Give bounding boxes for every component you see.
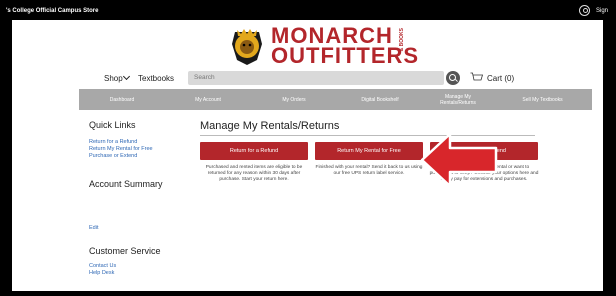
top-bar: 's College Official Campus Store Sign xyxy=(0,0,616,22)
chevron-down-icon[interactable] xyxy=(122,72,131,81)
subnav-manage-rentals[interactable]: Manage My Rentals/Returns xyxy=(423,89,493,110)
logo-line-2: OUTFITTERS xyxy=(271,43,420,68)
quick-link-extend[interactable]: Purchase or Extend xyxy=(89,153,137,159)
subnav-digital-bookshelf[interactable]: Digital Bookshelf xyxy=(337,89,423,110)
edit-link[interactable]: Edit xyxy=(89,225,98,231)
return-refund-desc: Purchased and rented items are eligible … xyxy=(205,165,303,182)
store-name: 's College Official Campus Store xyxy=(6,8,99,14)
red-pointer-arrow-icon xyxy=(420,132,498,188)
customer-service-title: Customer Service xyxy=(89,246,161,256)
shop-menu[interactable]: Shop xyxy=(104,74,123,83)
account-subnav: Dashboard My Account My Orders Digital B… xyxy=(79,89,592,110)
quick-links-title: Quick Links xyxy=(89,120,136,130)
sign-in-link[interactable]: Sign xyxy=(596,8,608,14)
page-title: Manage My Rentals/Returns xyxy=(200,120,340,132)
subnav-my-account[interactable]: My Account xyxy=(165,89,251,110)
logo-books: & BOOKS xyxy=(399,28,405,52)
quick-link-rental[interactable]: Return My Rental for Free xyxy=(89,146,153,152)
search-placeholder: Search xyxy=(194,74,215,81)
lion-crest-icon xyxy=(232,29,262,65)
help-desk-link[interactable]: Help Desk xyxy=(89,270,114,276)
page: MONARCH OUTFITTERS & BOOKS Shop Textbook… xyxy=(12,20,603,291)
user-icon[interactable] xyxy=(579,5,590,16)
cart-icon[interactable] xyxy=(470,72,483,83)
textbooks-link[interactable]: Textbooks xyxy=(138,74,174,83)
subnav-dashboard[interactable]: Dashboard xyxy=(79,89,165,110)
search-input[interactable]: Search xyxy=(188,71,444,85)
logo-wordmark: MONARCH OUTFITTERS xyxy=(271,25,420,68)
subnav-my-orders[interactable]: My Orders xyxy=(251,89,337,110)
contact-us-link[interactable]: Contact Us xyxy=(89,263,116,269)
screenshot-frame: 's College Official Campus Store Sign MO… xyxy=(0,0,616,296)
return-rental-button[interactable]: Return My Rental for Free xyxy=(315,142,423,160)
site-logo[interactable]: MONARCH OUTFITTERS & BOOKS xyxy=(219,22,419,76)
account-summary-title: Account Summary xyxy=(89,179,163,189)
cart-link[interactable]: Cart (0) xyxy=(487,74,514,83)
return-rental-desc: Finished with your rental? Send it back … xyxy=(315,165,423,176)
return-refund-button[interactable]: Return for a Refund xyxy=(200,142,308,160)
quick-link-refund[interactable]: Return for a Refund xyxy=(89,139,137,145)
search-icon[interactable] xyxy=(446,71,460,85)
main-nav: Shop Textbooks Search Cart (0) xyxy=(12,70,603,87)
subnav-sell-textbooks[interactable]: Sell My Textbooks xyxy=(493,89,592,110)
